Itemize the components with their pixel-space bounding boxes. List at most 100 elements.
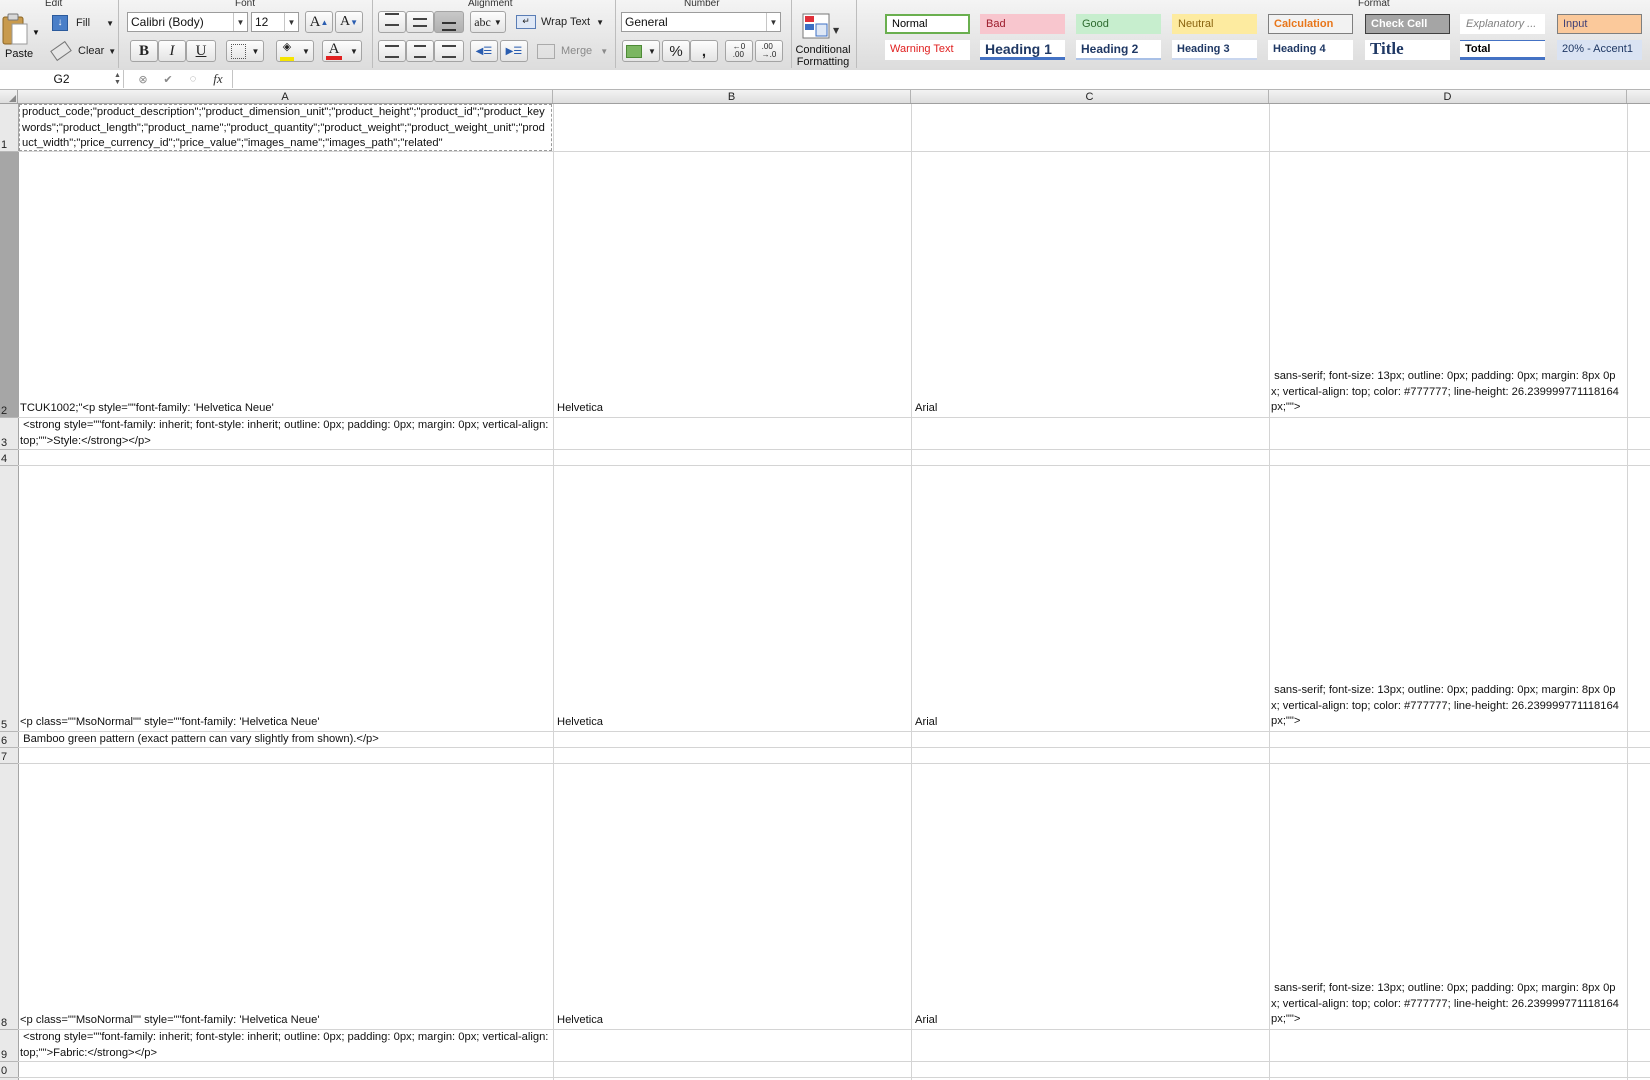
row-header-9[interactable]: 9 [0,1030,18,1062]
conditional-formatting-button[interactable]: ▼ Conditional Formatting [793,10,853,68]
cell-a5[interactable]: <p class=""MsoNormal"" style=""font-fami… [19,715,552,731]
style-bad[interactable]: Bad [980,14,1065,34]
conditional-formatting-icon: ▼ [802,13,840,39]
column-header-a[interactable]: A [18,90,553,103]
insert-function-icon[interactable]: fx [210,71,226,87]
row-header-3[interactable]: 3 [0,418,18,450]
gridline [553,104,554,1080]
cell-b8[interactable]: Helvetica [557,1013,907,1029]
style-calculation[interactable]: Calculation [1268,14,1353,34]
style-warning-text[interactable]: Warning Text [885,40,970,60]
column-header-c[interactable]: C [911,90,1269,103]
merge-button[interactable]: Merge ▼ [537,42,608,60]
cell-a9[interactable]: <strong style=""font-family: inherit; fo… [19,1030,552,1061]
enter-icon[interactable]: ✔ [160,71,176,87]
style-heading-1[interactable]: Heading 1 [980,40,1065,60]
align-top-button[interactable] [378,11,406,33]
style-title[interactable]: Title [1365,39,1450,60]
fill-button[interactable]: ↓ Fill ▼ [52,14,114,32]
align-left-button[interactable] [378,40,406,62]
cell-a2[interactable]: TCUK1002;"<p style=""font-family: 'Helve… [19,401,552,417]
group-title-alignment: Alignment [468,0,513,9]
paste-button[interactable]: ▼ Paste [0,8,40,64]
cell-d2[interactable]: sans-serif; font-size: 13px; outline: 0p… [1271,369,1623,417]
row-header-10[interactable]: 0 [0,1062,18,1078]
increase-font-size-button[interactable]: A ▲ [305,11,333,33]
cell-c5[interactable]: Arial [915,715,1265,731]
cell-c8[interactable]: Arial [915,1013,1265,1029]
style-total[interactable]: Total [1460,40,1545,60]
cell-a6[interactable]: Bamboo green pattern (exact pattern can … [19,732,552,747]
align-bottom-button[interactable] [434,11,464,33]
group-divider [615,0,616,68]
gridline [1269,104,1270,1080]
merge-icon [537,43,555,59]
number-format-select[interactable]: General ▼ [621,12,781,32]
increase-indent-button[interactable]: ▶☰ [500,40,528,62]
name-box-stepper-icon[interactable]: ▲ ▼ [114,72,121,86]
row-header-2[interactable]: 2 [0,152,18,418]
borders-button[interactable]: ▼ [226,40,264,62]
cell-d5[interactable]: sans-serif; font-size: 13px; outline: 0p… [1271,683,1623,731]
style-good[interactable]: Good [1076,14,1161,34]
chevron-down-icon: ▼ [766,13,780,31]
cell-d8[interactable]: sans-serif; font-size: 13px; outline: 0p… [1271,981,1623,1029]
chevron-down-icon: ▼ [284,13,298,31]
style-check-cell[interactable]: Check Cell [1365,14,1450,34]
cell-b2[interactable]: Helvetica [557,401,907,417]
decrease-font-size-button[interactable]: A ▼ [335,11,363,33]
name-box[interactable]: G2 [0,70,124,88]
row-header-6[interactable]: 6 [0,732,18,748]
style-20-accent1[interactable]: 20% - Accent1 [1557,40,1642,60]
cell-b5[interactable]: Helvetica [557,715,907,731]
style-normal[interactable]: Normal [885,14,970,34]
underline-button[interactable]: U [186,40,216,62]
style-neutral[interactable]: Neutral [1172,14,1257,34]
decrease-indent-button[interactable]: ◀☰ [470,40,498,62]
cell-a1[interactable]: product_code;"product_description";"prod… [19,104,552,151]
row-header-1[interactable]: 1 [0,104,18,152]
font-color-button[interactable]: A ▼ [322,40,362,62]
cell-a8[interactable]: <p class=""MsoNormal"" style=""font-fami… [19,1013,552,1029]
group-divider [372,0,373,68]
gridline [18,1077,1650,1078]
row-header-5[interactable]: 5 [0,466,18,732]
font-size-select[interactable]: 12 ▼ [251,12,299,32]
row-header-8[interactable]: 8 [0,764,18,1030]
accounting-format-button[interactable]: ▼ [622,40,660,62]
column-header-b[interactable]: B [553,90,911,103]
row-header-7[interactable]: 7 [0,748,18,764]
align-center-button[interactable] [406,40,434,62]
font-size-value: 12 [255,15,269,29]
cancel-icon[interactable]: ⊗ [135,71,151,87]
increase-decimal-button[interactable]: ←0.00 [725,40,753,62]
clear-button[interactable]: Clear ▼ [50,40,116,62]
italic-button[interactable]: I [158,40,186,62]
align-right-button[interactable] [434,40,464,62]
column-header-d[interactable]: D [1269,90,1627,103]
font-name-select[interactable]: Calibri (Body) ▼ [127,12,248,32]
style-heading-2[interactable]: Heading 2 [1076,40,1161,60]
comma-style-button[interactable]: , [690,40,718,62]
style-input[interactable]: Input [1557,14,1642,34]
percent-style-button[interactable]: % [662,40,690,62]
fill-color-button[interactable]: ◈ ▼ [276,40,314,62]
chevron-down-icon: ▼ [106,18,114,28]
cell-a3[interactable]: <strong style=""font-family: inherit; fo… [19,418,552,449]
cell-c2[interactable]: Arial [915,401,1265,417]
gridline [911,104,912,1080]
row-header-4[interactable]: 4 [0,450,18,466]
select-all-corner[interactable] [0,90,18,103]
bold-button[interactable]: B [130,40,158,62]
fill-icon: ↓ [52,15,68,31]
style-heading-4[interactable]: Heading 4 [1268,40,1353,60]
style-heading-3[interactable]: Heading 3 [1172,40,1257,60]
style-explanatory[interactable]: Explanatory ... [1460,14,1545,34]
paste-dropdown-arrow[interactable]: ▼ [32,28,40,37]
decrease-decimal-button[interactable]: .00 →.0 [755,40,783,62]
function-wizard-icon[interactable]: ◌ [185,71,201,87]
align-middle-button[interactable] [406,11,434,33]
wrap-text-button[interactable]: ↵ Wrap Text ▼ [516,13,604,31]
text-orientation-button[interactable]: abc ▼ [470,11,506,33]
formula-input[interactable] [232,70,1643,88]
